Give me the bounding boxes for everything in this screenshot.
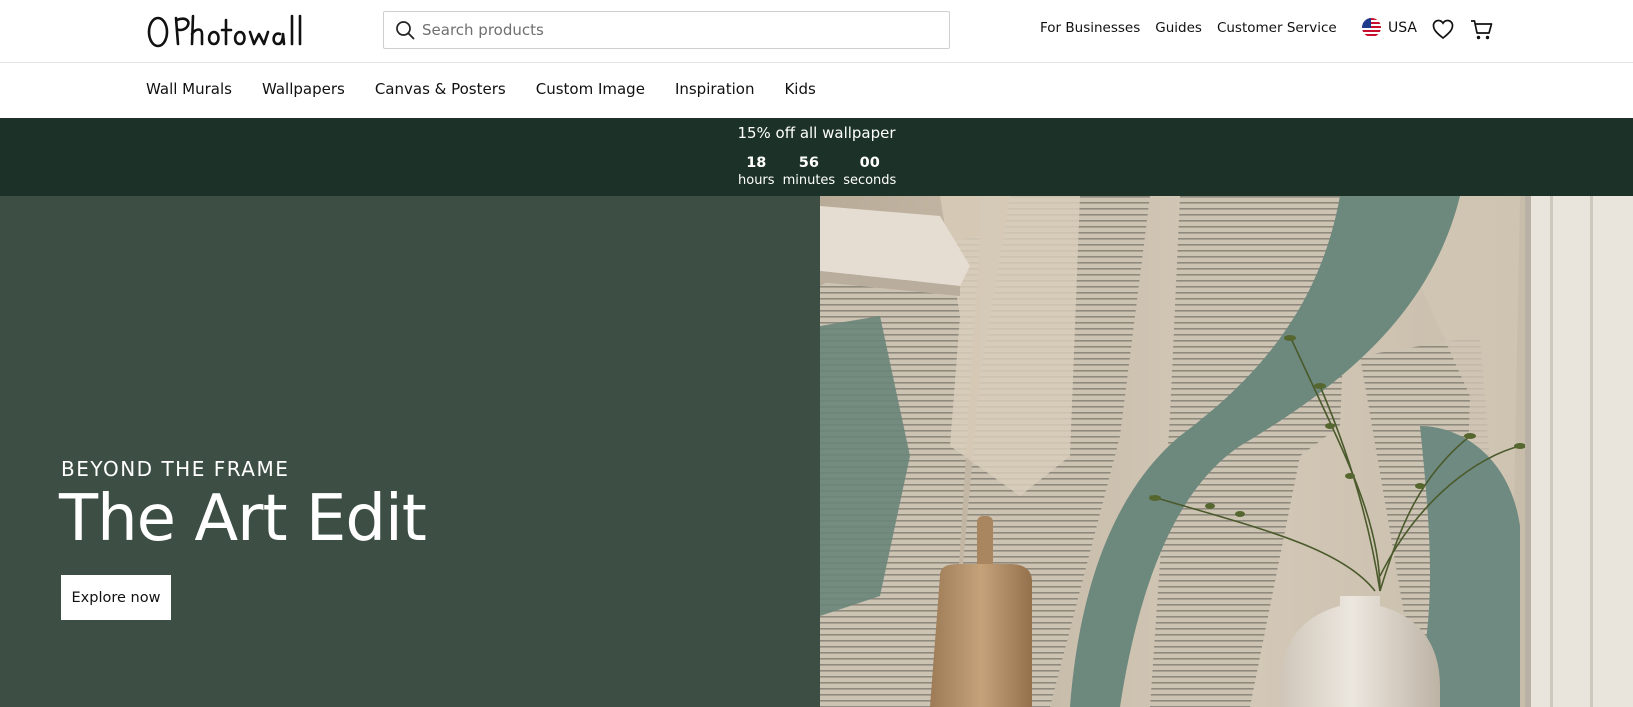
countdown-minutes: 56 minutes bbox=[783, 154, 836, 190]
countdown-label: minutes bbox=[782, 173, 836, 188]
locale-selector[interactable]: USA bbox=[1362, 18, 1417, 37]
us-flag-icon bbox=[1362, 18, 1381, 37]
cart-icon[interactable] bbox=[1470, 19, 1494, 45]
explore-now-button[interactable]: Explore now bbox=[61, 575, 171, 620]
countdown-hours: 18 hours bbox=[738, 154, 775, 190]
countdown-timer: 18 hours 56 minutes 00 seconds bbox=[738, 154, 896, 190]
countdown-value: 18 bbox=[746, 155, 767, 171]
mural-illustration bbox=[820, 196, 1633, 707]
hero-eyebrow: BEYOND THE FRAME bbox=[61, 457, 290, 481]
search-box[interactable] bbox=[383, 11, 950, 49]
link-for-businesses[interactable]: For Businesses bbox=[1040, 20, 1140, 36]
hero-section: BEYOND THE FRAME The Art Edit Explore no… bbox=[0, 196, 1633, 707]
link-customer-service[interactable]: Customer Service bbox=[1217, 20, 1337, 36]
search-input[interactable] bbox=[422, 12, 949, 48]
link-guides[interactable]: Guides bbox=[1155, 20, 1202, 36]
countdown-label: seconds bbox=[843, 173, 897, 188]
nav-kids[interactable]: Kids bbox=[784, 80, 815, 98]
countdown-value: 56 bbox=[798, 155, 819, 171]
top-links: For Businesses Guides Customer Service bbox=[1040, 20, 1337, 36]
countdown-label: hours bbox=[738, 173, 775, 188]
countdown-value: 00 bbox=[859, 155, 880, 171]
heart-icon[interactable] bbox=[1432, 19, 1454, 44]
search-icon[interactable] bbox=[394, 19, 416, 41]
nav-inspiration[interactable]: Inspiration bbox=[675, 80, 755, 98]
nav-wallpapers[interactable]: Wallpapers bbox=[262, 80, 345, 98]
logo-wordmark bbox=[147, 14, 302, 48]
countdown-seconds: 00 seconds bbox=[843, 154, 896, 190]
promo-banner[interactable]: 15% off all wallpaper 18 hours 56 minute… bbox=[0, 118, 1633, 196]
nav-wall-murals[interactable]: Wall Murals bbox=[146, 80, 232, 98]
main-nav-bar: Wall Murals Wallpapers Canvas & Posters … bbox=[0, 63, 1633, 118]
top-header: For Businesses Guides Customer Service U… bbox=[0, 0, 1633, 63]
main-nav: Wall Murals Wallpapers Canvas & Posters … bbox=[146, 80, 816, 98]
photowall-logo[interactable] bbox=[146, 10, 306, 50]
hero-headline: The Art Edit bbox=[59, 482, 427, 556]
hero-text-panel: BEYOND THE FRAME The Art Edit Explore no… bbox=[0, 196, 820, 707]
promo-title: 15% off all wallpaper bbox=[737, 124, 896, 142]
hero-mural-image[interactable] bbox=[820, 196, 1633, 707]
nav-canvas-posters[interactable]: Canvas & Posters bbox=[375, 80, 506, 98]
nav-custom-image[interactable]: Custom Image bbox=[536, 80, 645, 98]
locale-label: USA bbox=[1388, 19, 1417, 36]
